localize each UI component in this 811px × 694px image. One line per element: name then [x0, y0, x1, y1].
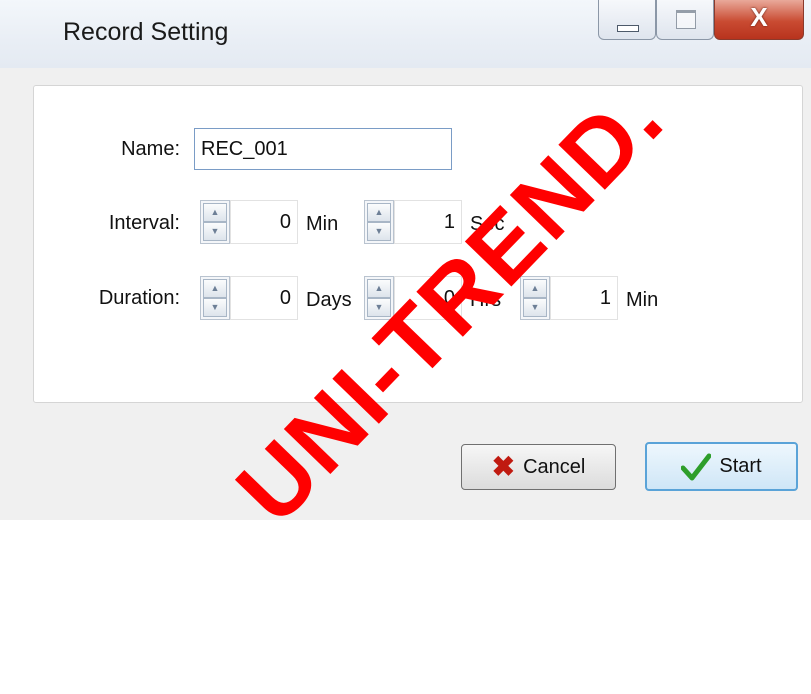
spin-down-icon[interactable]: ▼ — [523, 298, 547, 317]
close-icon: X — [750, 2, 768, 32]
duration-min-value[interactable]: 1 — [550, 276, 618, 320]
cancel-button-label: Cancel — [523, 455, 586, 478]
close-button[interactable]: X — [714, 0, 804, 40]
duration-hrs-value[interactable]: 0 — [394, 276, 462, 320]
name-input[interactable] — [194, 128, 452, 170]
interval-sec-unit: Sec — [470, 213, 505, 235]
duration-label: Duration: — [98, 287, 180, 309]
spin-down-icon[interactable]: ▼ — [367, 298, 391, 317]
start-button[interactable]: Start — [645, 442, 798, 491]
duration-min-unit: Min — [626, 289, 659, 311]
interval-label: Interval: — [108, 212, 180, 234]
maximize-button[interactable] — [656, 0, 714, 40]
duration-days-value[interactable]: 0 — [230, 276, 298, 320]
spin-up-icon[interactable]: ▲ — [367, 203, 391, 222]
duration-days-unit: Days — [306, 289, 352, 311]
spin-up-icon[interactable]: ▲ — [367, 279, 391, 298]
duration-min-spinner[interactable]: ▲ ▼ — [520, 276, 550, 320]
window-title: Record Setting — [63, 18, 229, 46]
interval-min-unit: Min — [306, 213, 339, 235]
title-bar: Record Setting X — [0, 0, 811, 69]
interval-min-spinner[interactable]: ▲ ▼ — [200, 200, 230, 244]
interval-sec-spinner[interactable]: ▲ ▼ — [364, 200, 394, 244]
start-button-label: Start — [719, 455, 762, 477]
spin-up-icon[interactable]: ▲ — [203, 203, 227, 222]
interval-min-value[interactable]: 0 — [230, 200, 298, 244]
spin-up-icon[interactable]: ▲ — [523, 279, 547, 298]
spin-up-icon[interactable]: ▲ — [203, 279, 227, 298]
duration-days-spinner[interactable]: ▲ ▼ — [200, 276, 230, 320]
spin-down-icon[interactable]: ▼ — [367, 222, 391, 241]
duration-hrs-spinner[interactable]: ▲ ▼ — [364, 276, 394, 320]
minimize-icon — [617, 25, 639, 32]
minimize-button[interactable] — [598, 0, 656, 40]
duration-hrs-unit: Hrs — [470, 289, 502, 311]
spin-down-icon[interactable]: ▼ — [203, 222, 227, 241]
name-label: Name: — [121, 138, 180, 160]
cancel-x-icon: ✖ — [491, 451, 516, 482]
spin-down-icon[interactable]: ▼ — [203, 298, 227, 317]
checkmark-icon — [681, 453, 712, 480]
maximize-icon — [676, 10, 696, 29]
interval-sec-value[interactable]: 1 — [394, 200, 462, 244]
cancel-button[interactable]: ✖ Cancel — [461, 444, 616, 490]
